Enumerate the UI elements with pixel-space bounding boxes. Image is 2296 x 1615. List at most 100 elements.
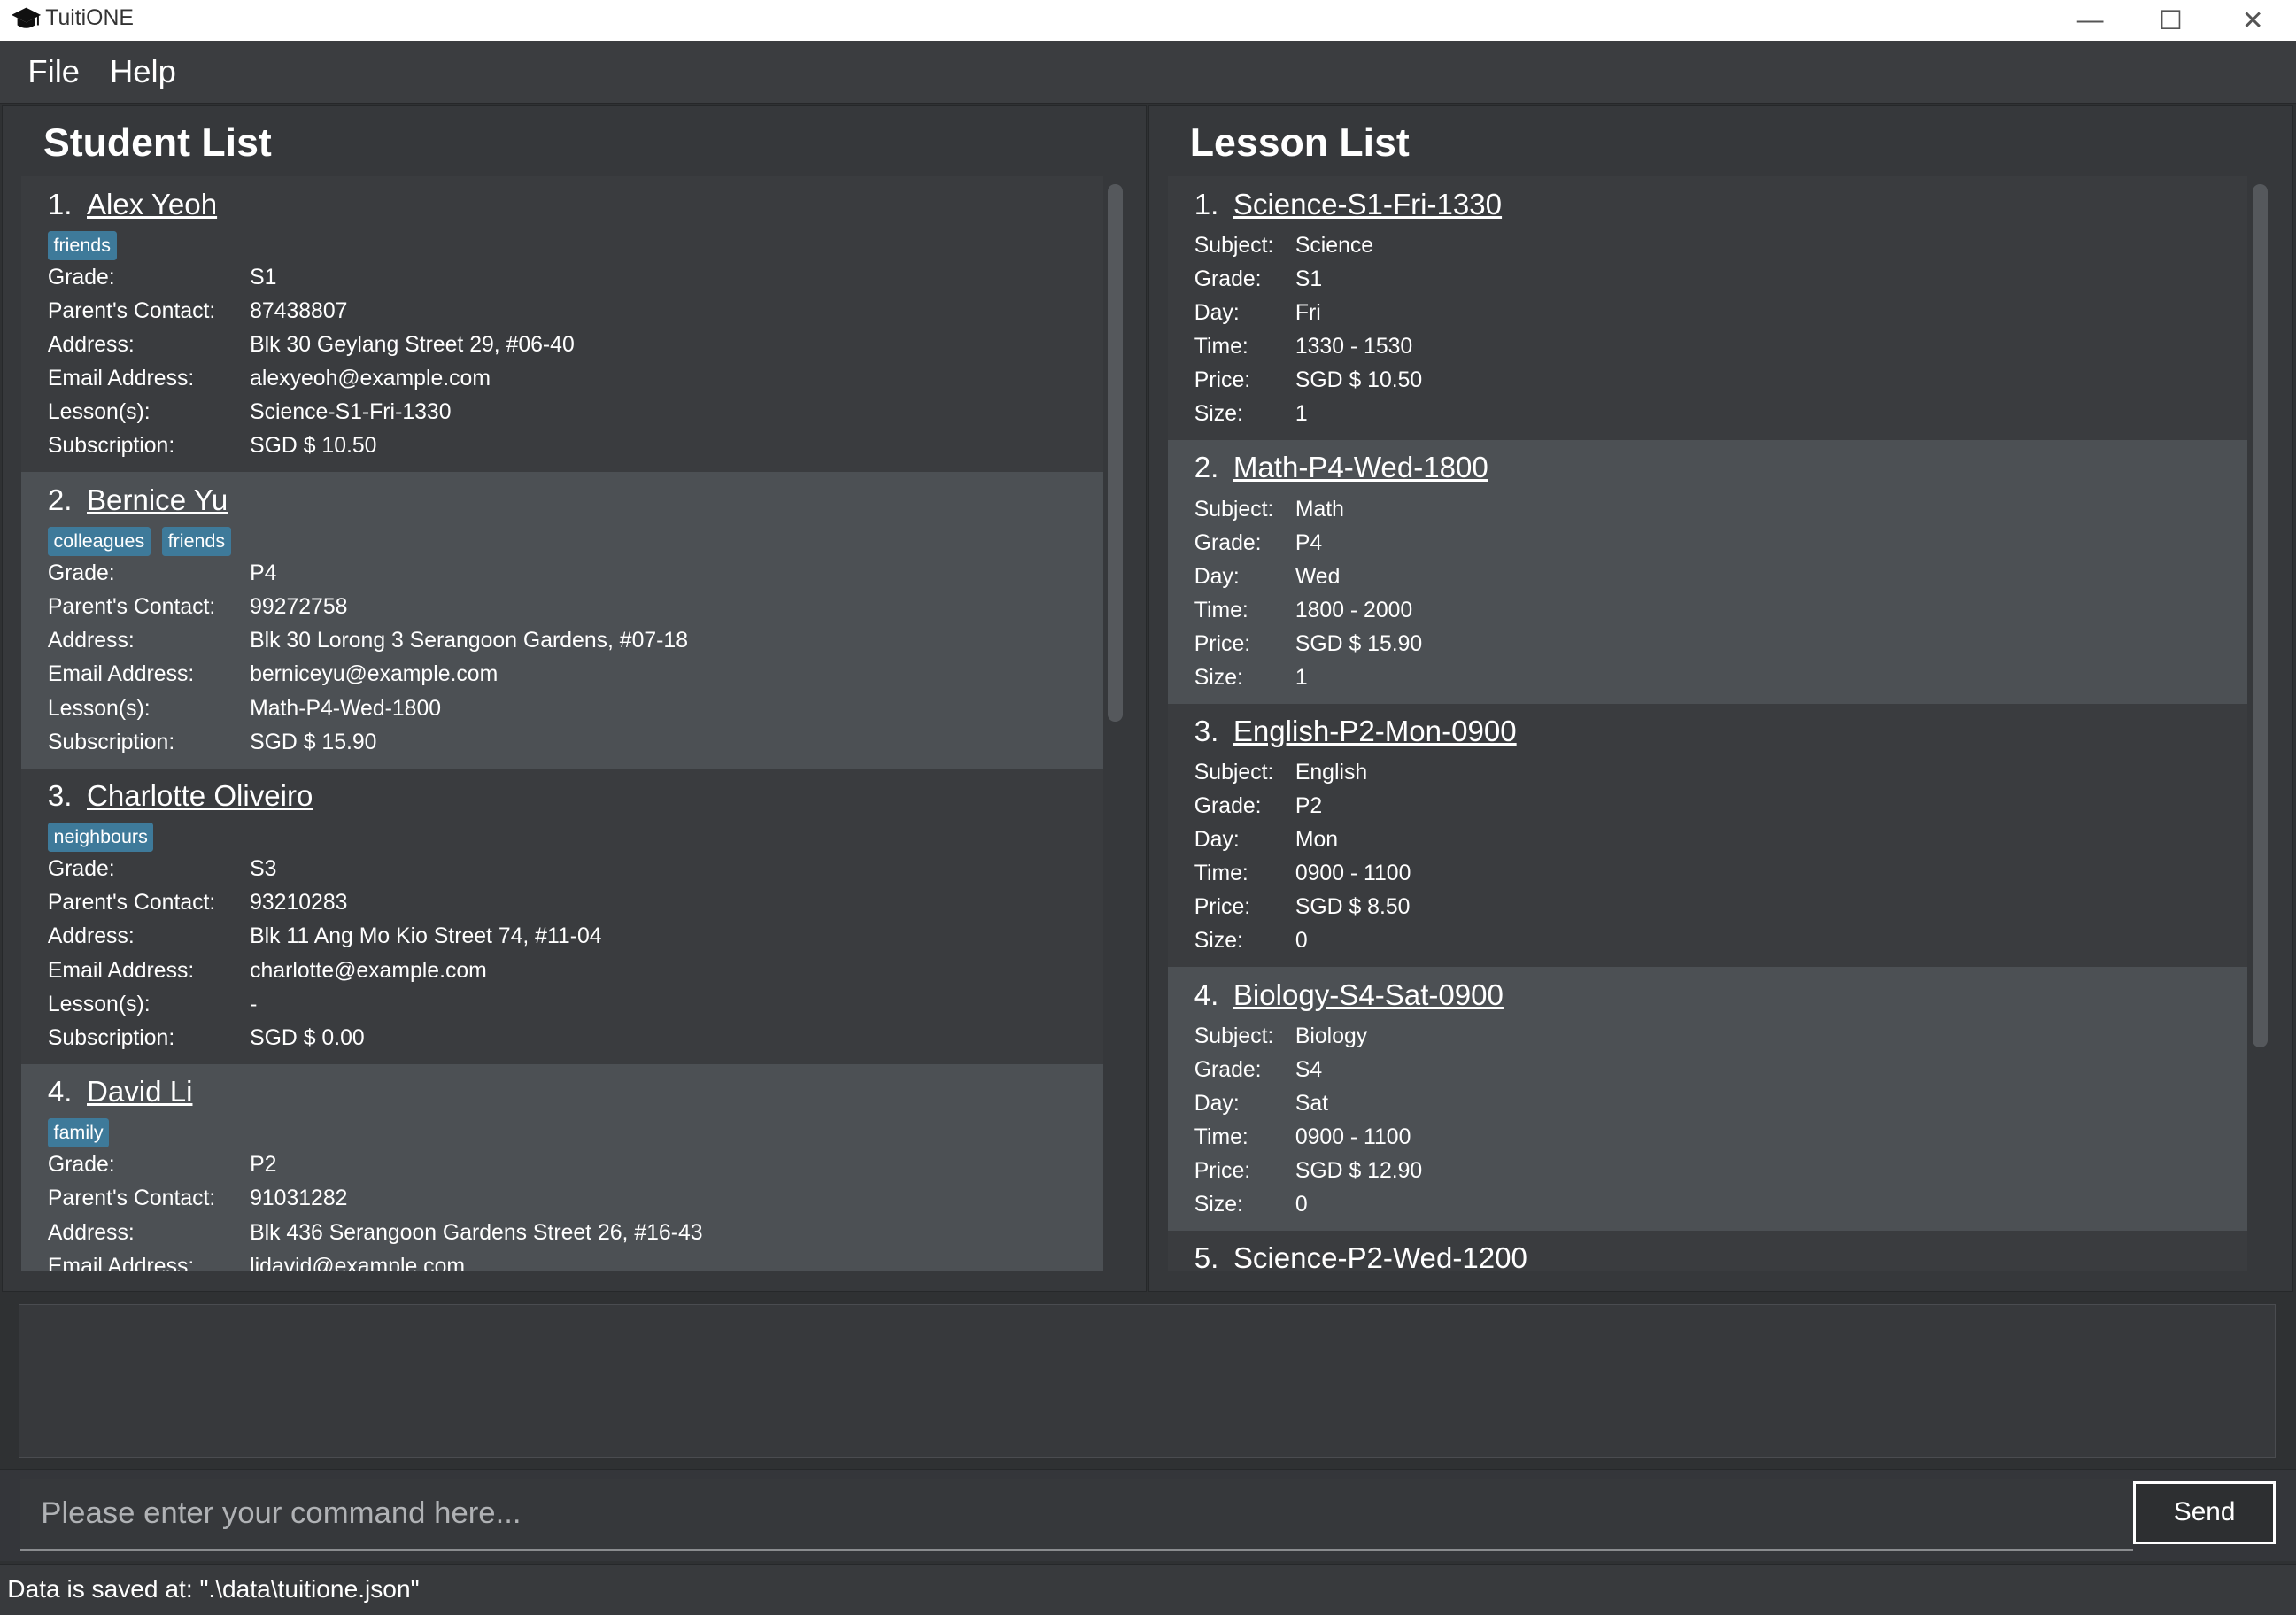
lesson-list-title: Lesson List: [1189, 120, 1410, 165]
size-label: Size:: [1194, 929, 1243, 954]
subject-value: Science: [1295, 233, 1374, 258]
time-label: Time:: [1194, 1125, 1248, 1150]
student-name: Charlotte Oliveiro: [87, 779, 313, 813]
student-card[interactable]: 3. Charlotte Oliveiro neighbours Grade: S3…: [21, 768, 1104, 1064]
student-card[interactable]: 2. Bernice Yu colleagues friends Grade: P4 …: [21, 472, 1104, 769]
student-card-header: 2. Bernice Yu: [48, 484, 228, 518]
subject-value: Math: [1295, 497, 1344, 522]
size-label: Size:: [1194, 402, 1243, 427]
email-value: alexyeoh@example.com: [250, 367, 491, 391]
lessons-value: -: [250, 992, 258, 1016]
price-label: Price:: [1194, 895, 1251, 920]
grade-value: S4: [1295, 1057, 1323, 1082]
contact-label: Parent's Contact:: [47, 299, 216, 324]
close-button[interactable]: ✕: [2213, 0, 2293, 41]
time-value: 0900 - 1100: [1295, 862, 1411, 886]
email-label: Email Address:: [47, 1254, 195, 1272]
price-value: SGD $ 15.90: [1295, 631, 1423, 656]
student-list[interactable]: 1. Alex Yeoh friends Grade: S1 Parent's Co…: [21, 176, 1104, 1272]
subscription-label: Subscription:: [47, 730, 175, 754]
lesson-card[interactable]: 3. English-P2-Mon-0900 Subject: English Gr…: [1167, 703, 2247, 968]
email-label: Email Address:: [47, 958, 195, 983]
send-button[interactable]: Send: [2133, 1480, 2276, 1544]
tag-badge: friends: [162, 526, 231, 556]
size-value: 0: [1295, 1193, 1308, 1217]
window-title-bar: TuitiONE — ☐ ✕: [0, 0, 2296, 42]
lesson-name: Math-P4-Wed-1800: [1233, 452, 1488, 485]
student-panel: Student List 1. Alex Yeoh friends Grade: S…: [1, 105, 1147, 1292]
time-value: 1330 - 1530: [1295, 335, 1413, 359]
command-input[interactable]: [20, 1478, 2134, 1552]
time-value: 0900 - 1100: [1295, 1125, 1411, 1150]
address-label: Address:: [47, 629, 135, 653]
minimize-button[interactable]: —: [2050, 0, 2130, 41]
student-scrollbar[interactable]: [1108, 180, 1123, 1271]
student-index: 4.: [47, 1075, 73, 1109]
student-index: 1.: [47, 188, 73, 221]
lesson-card[interactable]: 2. Math-P4-Wed-1800 Subject: Math Grade: P4…: [1167, 440, 2247, 704]
student-scroll-thumb[interactable]: [1108, 183, 1123, 722]
grade-label: Grade:: [1194, 530, 1262, 555]
size-value: 0: [1295, 929, 1308, 954]
lesson-scroll-thumb[interactable]: [2253, 183, 2268, 1048]
grade-value: S1: [1295, 267, 1323, 291]
lesson-card-header: 3. English-P2-Mon-0900: [1194, 715, 1517, 749]
lesson-panel: Lesson List 1. Science-S1-Fri-1330 Subjec…: [1148, 105, 2293, 1292]
lesson-card[interactable]: 5. Science-P2-Wed-1200: [1167, 1231, 2247, 1272]
student-name: Bernice Yu: [87, 483, 228, 517]
lesson-name: English-P2-Mon-0900: [1233, 715, 1517, 748]
grade-label: Grade:: [47, 1153, 115, 1178]
menu-help[interactable]: Help: [110, 53, 176, 90]
lesson-card-header: 5. Science-P2-Wed-1200: [1194, 1242, 1527, 1271]
day-label: Day:: [1194, 564, 1240, 589]
tag-list: neighbours: [47, 822, 154, 852]
lesson-card-header: 2. Math-P4-Wed-1800: [1194, 452, 1488, 485]
day-value: Sat: [1295, 1091, 1329, 1116]
address-label: Address:: [47, 924, 135, 949]
lesson-card[interactable]: 4. Biology-S4-Sat-0900 Subject: Biology Gr…: [1167, 967, 2247, 1232]
time-label: Time:: [1194, 335, 1248, 359]
address-label: Address:: [47, 333, 135, 358]
lesson-scrollbar[interactable]: [2253, 180, 2268, 1271]
maximize-icon: ☐: [2159, 5, 2183, 35]
lesson-name: Science-S1-Fri-1330: [1233, 188, 1503, 221]
contact-value: 93210283: [250, 891, 348, 916]
subscription-label: Subscription:: [47, 1025, 175, 1050]
address-value: Blk 11 Ang Mo Kio Street 74, #11-04: [250, 924, 602, 949]
subject-value: Biology: [1295, 1024, 1368, 1048]
contact-label: Parent's Contact:: [47, 891, 216, 916]
price-value: SGD $ 10.50: [1295, 368, 1423, 393]
contact-label: Parent's Contact:: [47, 1186, 216, 1211]
student-card[interactable]: 4. David Li family Grade: P2 Parent's Cont…: [21, 1063, 1104, 1272]
lesson-card-header: 1. Science-S1-Fri-1330: [1194, 189, 1502, 222]
menu-file[interactable]: File: [27, 53, 80, 90]
tag-badge: neighbours: [47, 822, 154, 852]
day-label: Day:: [1194, 1091, 1240, 1116]
day-value: Mon: [1295, 828, 1339, 853]
subject-label: Subject:: [1194, 1024, 1274, 1048]
contact-value: 87438807: [250, 299, 348, 324]
lesson-index: 1.: [1194, 188, 1219, 221]
size-value: 1: [1295, 402, 1308, 427]
save-location-text: Data is saved at: ".\data\tuitione.json": [7, 1574, 420, 1603]
grade-label: Grade:: [1194, 794, 1262, 819]
student-card[interactable]: 1. Alex Yeoh friends Grade: S1 Parent's Co…: [21, 176, 1104, 473]
time-label: Time:: [1194, 862, 1248, 886]
grade-value: P2: [1295, 794, 1323, 819]
subject-value: English: [1295, 761, 1368, 785]
maximize-button[interactable]: ☐: [2130, 0, 2211, 41]
grade-value: P4: [1295, 530, 1323, 555]
lesson-list[interactable]: 1. Science-S1-Fri-1330 Subject: Science Gr…: [1167, 176, 2247, 1272]
price-value: SGD $ 12.90: [1295, 1159, 1423, 1184]
contact-label: Parent's Contact:: [47, 595, 216, 620]
student-index: 3.: [47, 779, 73, 813]
student-name: Alex Yeoh: [87, 188, 218, 221]
tag-badge: friends: [47, 230, 117, 260]
lessons-label: Lesson(s):: [47, 696, 151, 721]
minimize-icon: —: [2076, 5, 2104, 35]
contact-value: 91031282: [250, 1186, 348, 1211]
grade-label: Grade:: [47, 266, 115, 290]
day-value: Fri: [1295, 301, 1321, 325]
address-value: Blk 30 Lorong 3 Serangoon Gardens, #07-1…: [250, 629, 689, 653]
lesson-card[interactable]: 1. Science-S1-Fri-1330 Subject: Science Gr…: [1167, 176, 2247, 441]
